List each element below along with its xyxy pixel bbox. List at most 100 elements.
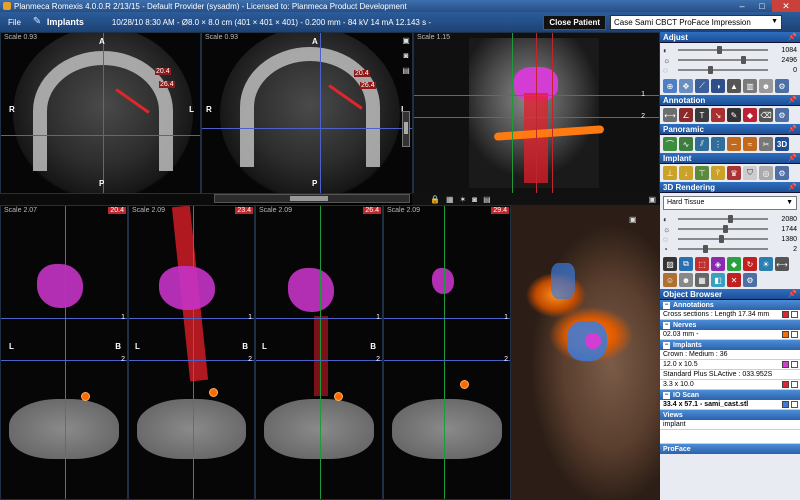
pin-icon[interactable]: 📌 — [788, 125, 797, 133]
list-item[interactable]: 02.03 mm - — [660, 330, 800, 340]
annotation-header[interactable]: Annotation 📌 — [660, 95, 800, 106]
color-swatch[interactable] — [782, 401, 789, 408]
minimize-button[interactable]: – — [732, 0, 752, 12]
list-item[interactable]: 3.3 x 10.0 — [660, 380, 800, 390]
scissors-icon[interactable]: ✂ — [759, 137, 773, 151]
color-swatch[interactable] — [782, 311, 789, 318]
maximize-button[interactable]: □ — [752, 0, 772, 12]
3d-button[interactable]: 3D — [775, 137, 789, 151]
close-patient-button[interactable]: Close Patient — [543, 14, 606, 30]
annotations-section[interactable]: − Annotations — [660, 300, 800, 310]
implant-model[interactable] — [314, 316, 328, 396]
delete-icon[interactable]: ✕ — [727, 273, 741, 287]
color-swatch[interactable] — [782, 381, 789, 388]
rendering-header[interactable]: 3D Rendering 📌 — [660, 182, 800, 193]
object-browser-header[interactable]: Object Browser 📌 — [660, 289, 800, 300]
implant-edit-icon[interactable]: ↓ — [679, 166, 693, 180]
cross-section-view-2[interactable]: Scale 2.09 23.4 L B 1 2 — [128, 205, 255, 500]
nerve-marker[interactable] — [460, 380, 469, 389]
contrast-slider[interactable]: ☼ 2496 — [660, 55, 800, 65]
skull-icon[interactable]: ☻ — [679, 273, 693, 287]
skull-icon[interactable]: ☻ — [759, 79, 773, 93]
thickness-icon[interactable]: ⋮ — [711, 137, 725, 151]
rotate-icon[interactable]: ↻ — [743, 257, 757, 271]
implant-library-icon[interactable]: ⫯ — [711, 166, 725, 180]
proface-section[interactable]: ProFace — [660, 444, 800, 454]
clip-icon[interactable]: ⧉ — [679, 257, 693, 271]
axial-view-1[interactable]: Scale 0.93 20.4 26.4 A P R L — [0, 32, 201, 194]
rendering-preset-select[interactable]: Hard Tissue ▼ — [663, 196, 797, 210]
file-menu[interactable]: File — [0, 18, 29, 27]
save-icon[interactable]: ▤ — [402, 66, 410, 75]
list-item[interactable]: Cross sections : Length 17.34 mm — [660, 310, 800, 320]
draw-icon[interactable]: ✎ — [727, 108, 741, 122]
implant-header[interactable]: Implant 📌 — [660, 153, 800, 164]
marker-icon[interactable]: ◆ — [743, 108, 757, 122]
nerve-marker[interactable] — [209, 388, 218, 397]
visibility-checkbox[interactable] — [791, 401, 798, 408]
nerves-section[interactable]: − Nerves — [660, 320, 800, 330]
vertical-scrollbar[interactable] — [402, 111, 410, 147]
ruler-icon[interactable]: ⟷ — [663, 108, 677, 122]
image-icon[interactable]: ▨ — [663, 257, 677, 271]
visibility-checkbox[interactable] — [791, 331, 798, 338]
panoramic-view[interactable]: Scale 1.15 1 2 — [413, 32, 660, 194]
camera-icon[interactable]: ◙ — [404, 51, 409, 60]
horizontal-scrollbar[interactable] — [214, 194, 410, 203]
layout-icon[interactable]: ▣ — [402, 36, 410, 45]
axial-view-2[interactable]: Scale 0.93 20.4 26.4 A P R L — [201, 32, 413, 194]
layout-icon[interactable]: ▣ — [648, 195, 656, 204]
scan-section[interactable]: − IO Scan — [660, 390, 800, 400]
tissue-icon[interactable]: ◈ — [711, 257, 725, 271]
tooth-icon[interactable]: ⛉ — [743, 166, 757, 180]
nerve-marker[interactable] — [334, 392, 343, 401]
visibility-checkbox[interactable] — [791, 381, 798, 388]
settings-icon[interactable]: ⚙ — [775, 166, 789, 180]
pin-icon[interactable]: 📌 — [788, 290, 797, 298]
curve-edit-icon[interactable]: ∿ — [679, 137, 693, 151]
text-annotation-icon[interactable]: T — [695, 108, 709, 122]
tab-implants[interactable]: Implants — [43, 17, 94, 27]
close-window-button[interactable]: ✕ — [772, 0, 800, 12]
render-slider-3[interactable]: ◌ 1380 — [660, 234, 800, 244]
lock-icon[interactable]: 🔒 — [430, 195, 440, 204]
abutment-icon[interactable]: ⊤ — [695, 166, 709, 180]
camera-icon[interactable]: ◙ — [472, 195, 477, 204]
invert-icon[interactable]: ▲ — [727, 79, 741, 93]
nerve-icon[interactable]: ∽ — [727, 137, 741, 151]
crown-model[interactable] — [585, 333, 601, 349]
list-item[interactable]: implant — [660, 420, 800, 430]
implants-section[interactable]: − Implants — [660, 340, 800, 350]
eraser-icon[interactable]: ⌫ — [759, 108, 773, 122]
sleeve-icon[interactable]: ◎ — [759, 166, 773, 180]
render-slider-4[interactable]: ◔ 2 — [660, 244, 800, 254]
pin-icon[interactable]: 📌 — [788, 154, 797, 162]
nerve-marker[interactable] — [81, 392, 90, 401]
gamma-slider[interactable]: ◌ 0 — [660, 65, 800, 75]
settings-icon[interactable]: ⚙ — [743, 273, 757, 287]
settings-icon[interactable]: ⚙ — [775, 108, 789, 122]
cross-section-view-4[interactable]: Scale 2.09 29.4 1 2 — [383, 205, 511, 500]
sparkle-icon[interactable]: ✶ — [460, 195, 467, 204]
light-icon[interactable]: ☀ — [759, 257, 773, 271]
measure-icon[interactable]: ⟋ — [695, 79, 709, 93]
panoramic-header[interactable]: Panoramic 📌 — [660, 124, 800, 135]
color-swatch[interactable] — [782, 361, 789, 368]
3d-render-view[interactable]: ▣ — [511, 205, 660, 500]
contrast-tool-icon[interactable]: ◑ — [711, 79, 725, 93]
views-section[interactable]: Views — [660, 410, 800, 420]
ruler-icon[interactable]: ⟷ — [775, 257, 789, 271]
list-item[interactable]: Crown : Medium : 36 — [660, 350, 800, 360]
color-swatch[interactable] — [782, 331, 789, 338]
pin-icon[interactable]: 📌 — [788, 33, 797, 41]
color-icon[interactable]: ◆ — [727, 257, 741, 271]
nerve-edit-icon[interactable]: ≈ — [743, 137, 757, 151]
layout-icon[interactable]: ▣ — [629, 215, 637, 224]
render-slider-2[interactable]: ☼ 1744 — [660, 224, 800, 234]
pin-icon[interactable]: 📌 — [788, 183, 797, 191]
arrow-icon[interactable]: ↘ — [711, 108, 725, 122]
curve-icon[interactable]: ⌒ — [663, 137, 677, 151]
cross-section-view-3[interactable]: Scale 2.09 26.4 L B 1 2 — [255, 205, 383, 500]
visibility-checkbox[interactable] — [791, 361, 798, 368]
render-slider-1[interactable]: ◐ 2080 — [660, 214, 800, 224]
